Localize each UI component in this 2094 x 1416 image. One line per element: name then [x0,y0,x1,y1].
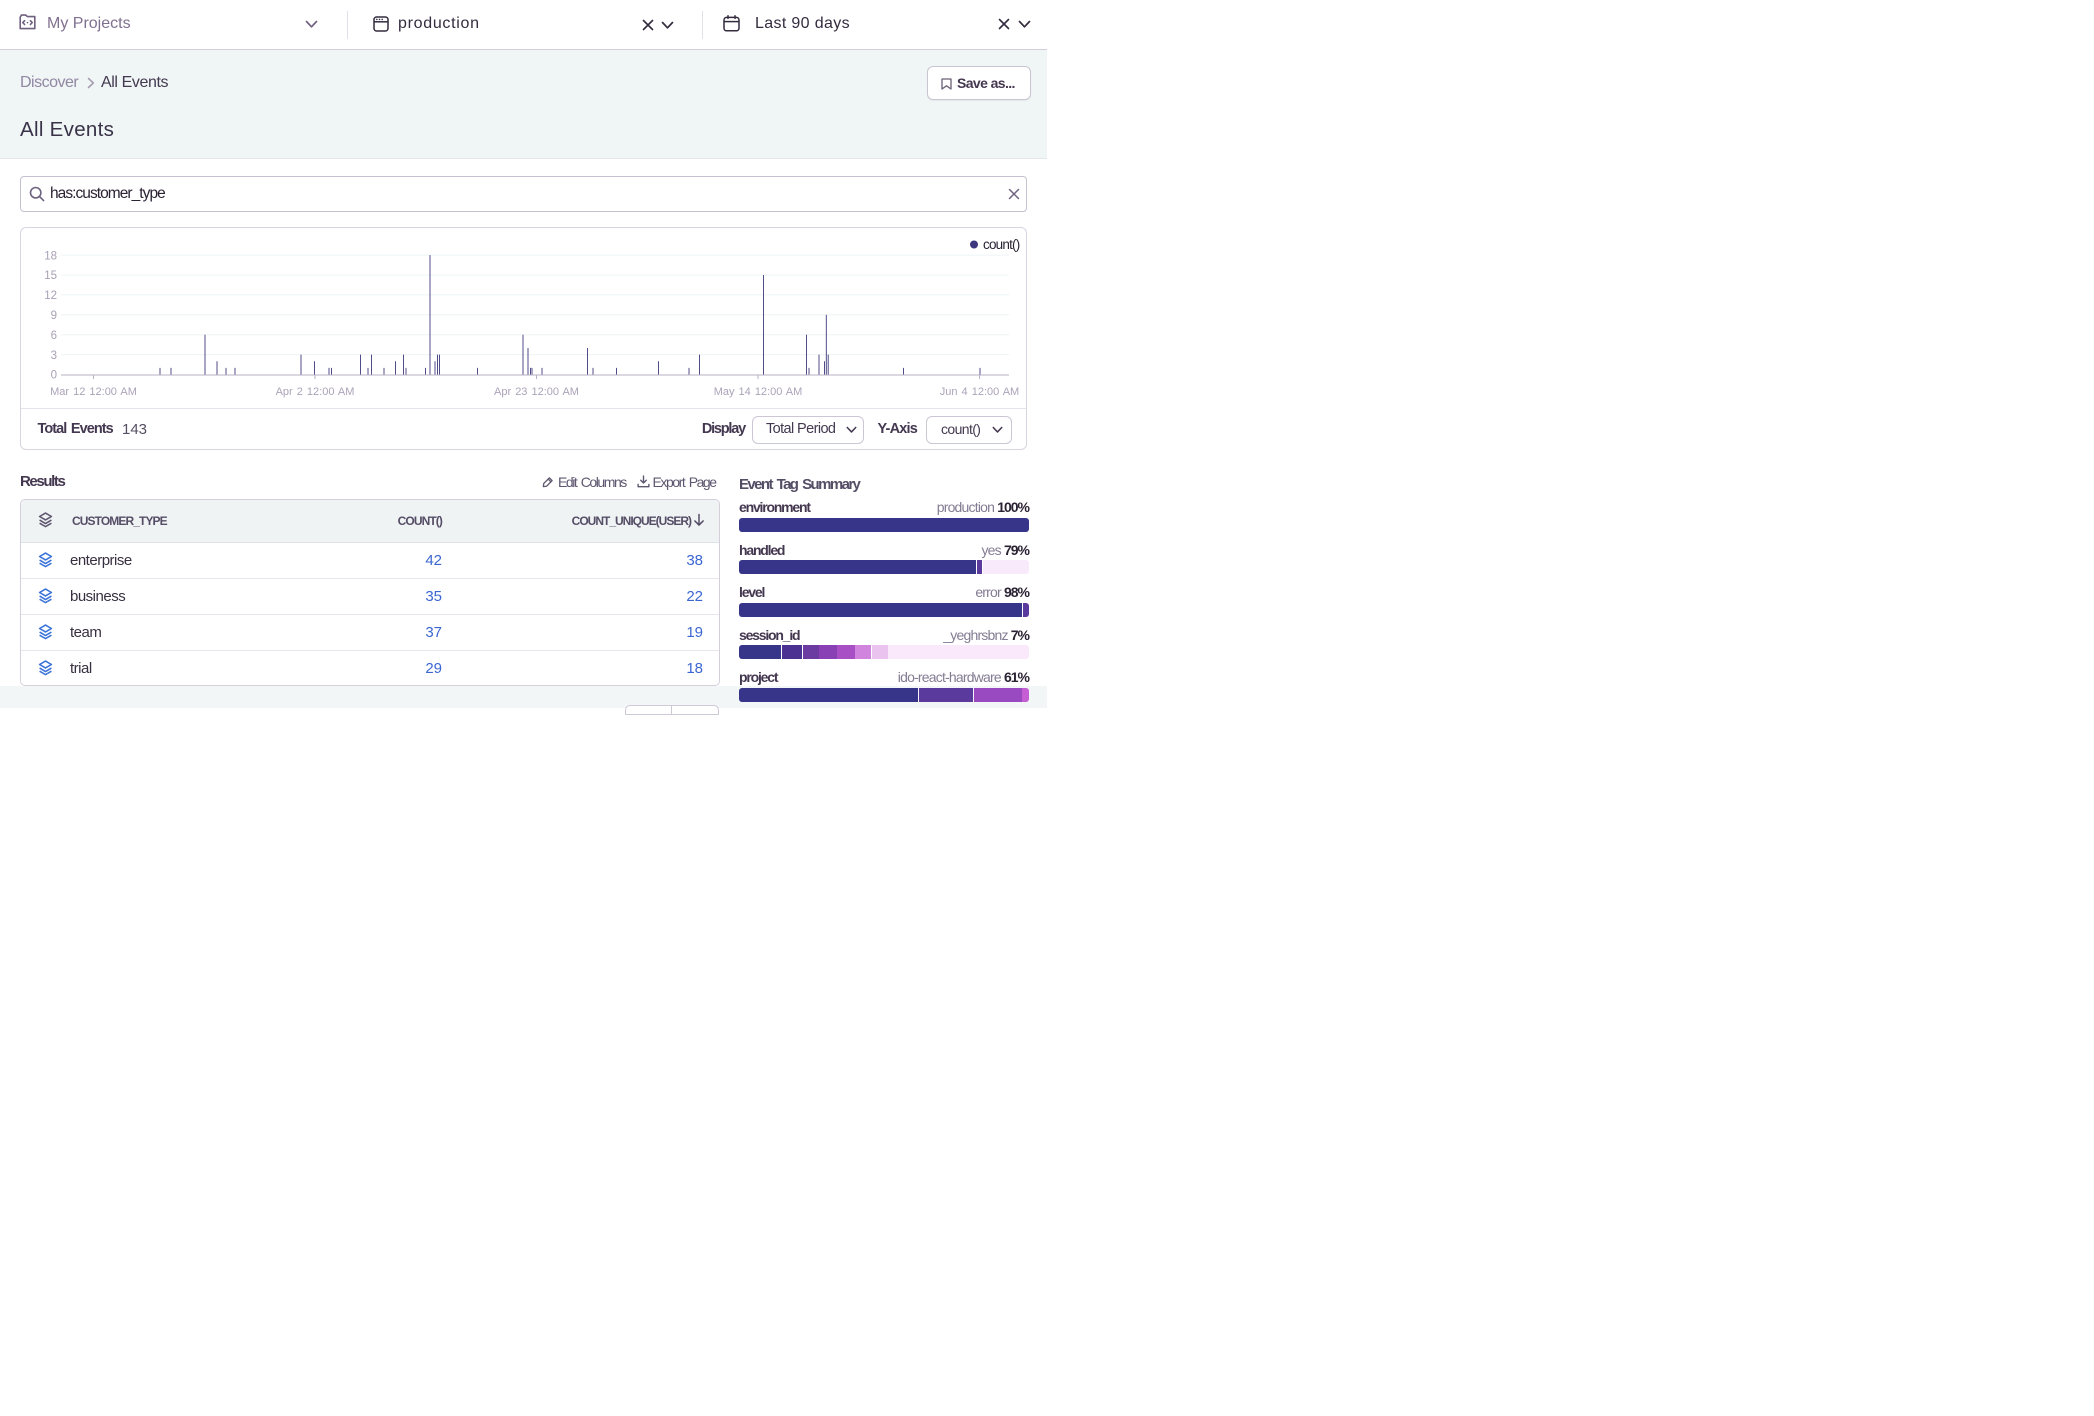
svg-text:count(): count() [983,237,1020,252]
svg-text:May 14 12:00 AM: May 14 12:00 AM [714,386,803,398]
svg-text:12: 12 [44,290,57,302]
svg-text:9: 9 [51,310,57,322]
svg-text:3: 3 [51,350,57,362]
svg-text:Apr 2 12:00 AM: Apr 2 12:00 AM [276,386,355,398]
svg-text:0: 0 [51,370,57,382]
svg-text:Mar 12 12:00 AM: Mar 12 12:00 AM [50,386,137,398]
svg-text:Apr 23 12:00 AM: Apr 23 12:00 AM [494,386,579,398]
svg-text:15: 15 [44,270,57,282]
svg-text:Jun 4 12:00 AM: Jun 4 12:00 AM [940,386,1019,398]
svg-text:6: 6 [51,330,57,342]
svg-text:18: 18 [44,250,57,262]
